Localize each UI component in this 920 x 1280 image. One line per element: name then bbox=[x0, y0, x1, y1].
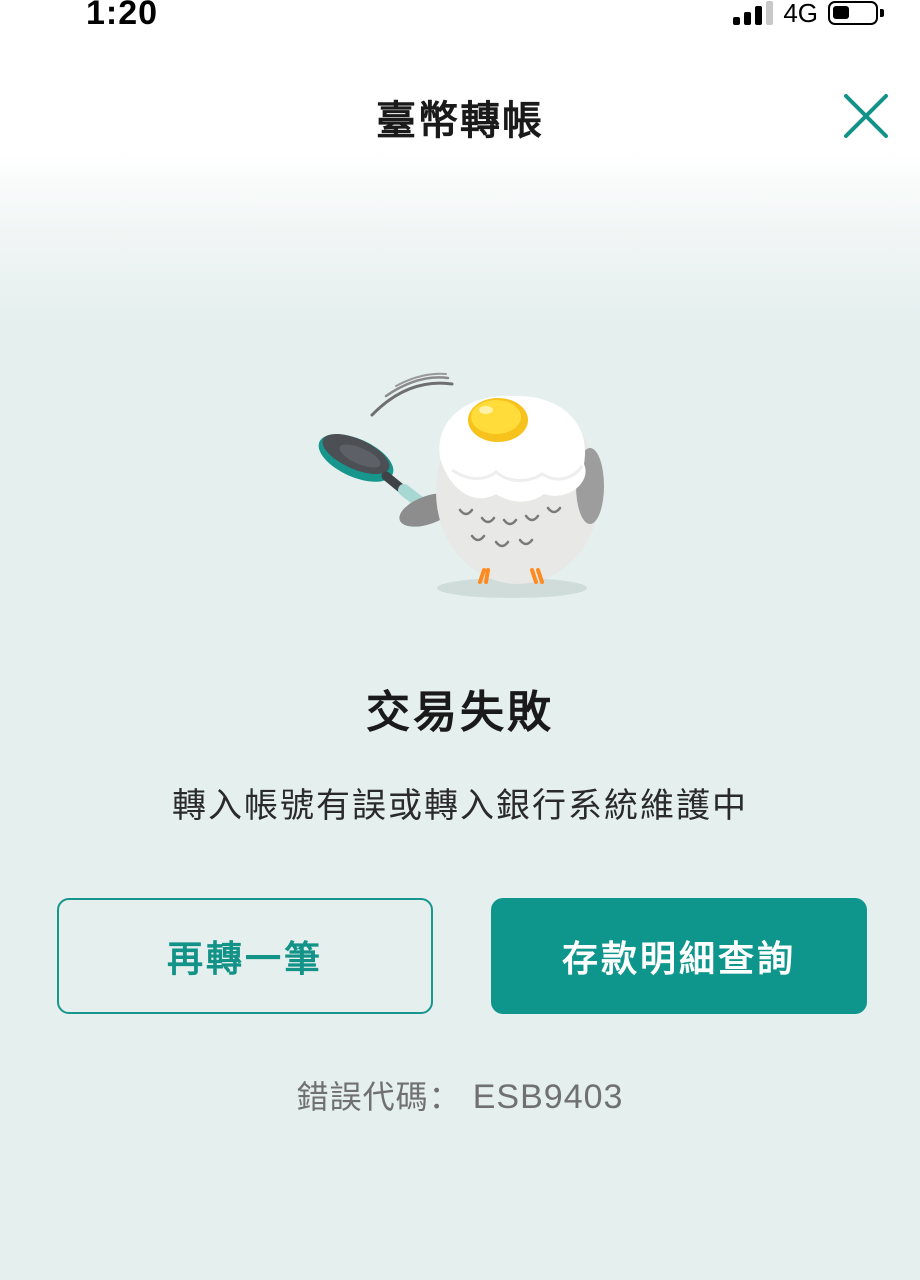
page-title: 臺幣轉帳 bbox=[376, 98, 544, 144]
owl-with-frying-pan-illustration bbox=[300, 360, 620, 610]
error-code-value: ESB9403 bbox=[472, 1078, 624, 1116]
error-code: 錯誤代碼： ESB9403 bbox=[0, 1072, 920, 1118]
close-icon bbox=[844, 94, 888, 138]
close-button[interactable] bbox=[838, 88, 894, 144]
status-time: 1:20 bbox=[86, 0, 159, 32]
error-code-label: 錯誤代碼： bbox=[296, 1078, 462, 1116]
status-indicators: 4G bbox=[733, 0, 884, 30]
transfer-again-button[interactable]: 再轉一筆 bbox=[57, 898, 433, 1014]
status-bar: 1:20 4G bbox=[0, 0, 920, 40]
battery-icon bbox=[828, 1, 884, 25]
signal-icon bbox=[733, 1, 774, 25]
deposit-details-button[interactable]: 存款明細查詢 bbox=[491, 898, 867, 1014]
network-label: 4G bbox=[783, 0, 818, 28]
result-title: 交易失敗 bbox=[366, 687, 554, 738]
result-message: 轉入帳號有誤或轉入銀行系統維護中 bbox=[172, 786, 748, 826]
